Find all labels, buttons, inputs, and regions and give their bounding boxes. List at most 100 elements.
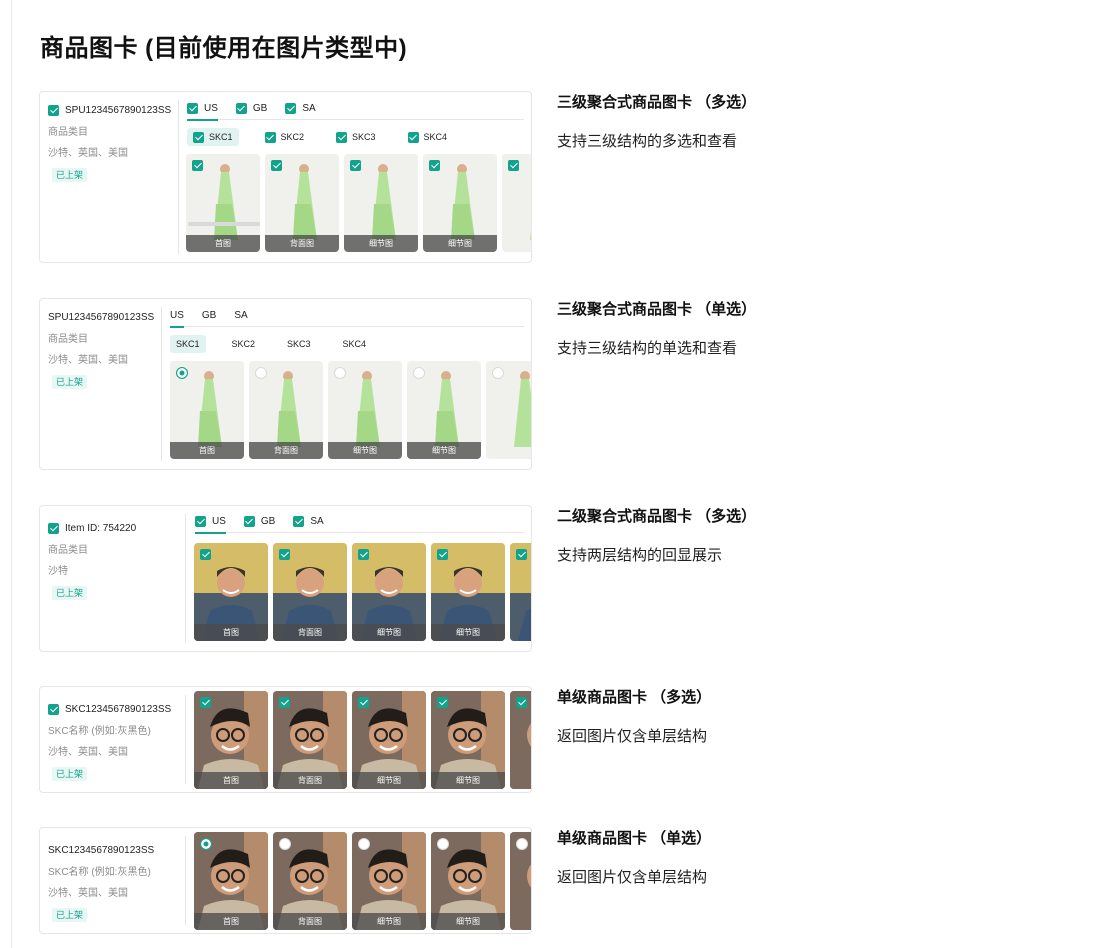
product-image[interactable]: 背面图 <box>273 691 347 789</box>
checkbox-checked-icon[interactable] <box>200 697 211 708</box>
checkbox-checked-icon[interactable] <box>235 103 247 114</box>
checkbox-checked-icon[interactable] <box>293 516 305 527</box>
tab-skc4[interactable]: SKC4 <box>337 335 373 353</box>
radio-icon[interactable] <box>413 367 425 379</box>
checkbox-checked-icon[interactable] <box>195 516 206 527</box>
checkbox-checked-icon[interactable] <box>279 549 290 560</box>
product-image[interactable]: 细节图 <box>431 543 505 641</box>
checkbox-checked-icon[interactable] <box>48 522 59 534</box>
product-image[interactable] <box>502 154 531 252</box>
radio-icon[interactable] <box>358 838 370 850</box>
product-image[interactable]: 首图 <box>186 154 260 252</box>
checkbox-checked-icon[interactable] <box>508 160 519 171</box>
product-image[interactable]: 首图 <box>194 832 268 930</box>
checkbox-checked-icon[interactable] <box>429 160 440 171</box>
checkbox-checked-icon[interactable] <box>358 549 369 560</box>
card-id-row[interactable]: SKC1234567890123SS <box>48 701 178 717</box>
product-image[interactable]: 背面图 <box>273 543 347 641</box>
radio-icon[interactable] <box>516 838 528 850</box>
card-category: 商品类目 <box>48 127 88 138</box>
tab-region-sa[interactable]: SA <box>285 98 316 120</box>
checkbox-checked-icon[interactable] <box>437 549 448 560</box>
checkbox-checked-icon[interactable] <box>516 549 527 560</box>
description-text: 支持两层结构的回显展示 <box>557 547 723 564</box>
radio-selected-icon[interactable] <box>200 838 212 850</box>
tab-region-sa[interactable]: SA <box>234 305 247 327</box>
product-image[interactable]: 细节图 <box>423 154 497 252</box>
radio-selected-icon[interactable] <box>176 367 188 379</box>
card-name: SKC名称 (例如:灰黑色) <box>48 726 151 737</box>
card-id: Item ID: 754220 <box>65 522 137 534</box>
region-tabs: US GB SA <box>195 511 524 534</box>
product-card-spu-single: SPU1234567890123SS 商品类目 沙特、英国、美国 已上架 US … <box>39 298 532 470</box>
radio-icon[interactable] <box>492 367 504 379</box>
product-image[interactable]: 细节图 <box>352 543 426 641</box>
radio-icon[interactable] <box>255 367 267 379</box>
tab-region-gb[interactable]: GB <box>243 511 275 533</box>
product-image[interactable] <box>510 543 531 641</box>
checkbox-checked-icon[interactable] <box>193 131 204 143</box>
description-title: 单级商品图卡 （单选） <box>557 830 712 847</box>
checkbox-checked-icon[interactable] <box>243 516 255 527</box>
checkbox-checked-icon[interactable] <box>358 697 369 708</box>
product-image[interactable]: 细节图 <box>352 832 426 930</box>
image-caption: 背面图 <box>273 772 347 789</box>
checkbox-checked-icon[interactable] <box>516 697 527 708</box>
product-image[interactable] <box>510 832 531 930</box>
radio-icon[interactable] <box>437 838 449 850</box>
product-image[interactable]: 细节图 <box>344 154 418 252</box>
checkbox-checked-icon[interactable] <box>48 104 59 116</box>
checkbox-checked-icon[interactable] <box>407 131 419 143</box>
product-image[interactable]: 背面图 <box>265 154 339 252</box>
tab-region-sa[interactable]: SA <box>293 511 324 533</box>
tab-skc2[interactable]: SKC2 <box>226 335 262 353</box>
product-image[interactable]: 细节图 <box>407 361 481 459</box>
tab-region-us[interactable]: US <box>195 511 226 534</box>
checkbox-checked-icon[interactable] <box>279 697 290 708</box>
checkbox-checked-icon[interactable] <box>187 103 198 114</box>
checkbox-checked-icon[interactable] <box>271 160 282 171</box>
checkbox-checked-icon[interactable] <box>264 131 276 143</box>
left-rule <box>11 0 12 948</box>
tab-skc2[interactable]: SKC2 <box>259 128 311 146</box>
image-caption: 细节图 <box>352 624 426 641</box>
product-image[interactable]: 背面图 <box>249 361 323 459</box>
tab-region-us[interactable]: US <box>170 305 184 328</box>
tab-skc1[interactable]: SKC1 <box>170 335 206 353</box>
radio-icon[interactable] <box>279 838 291 850</box>
checkbox-checked-icon[interactable] <box>48 703 59 715</box>
product-image[interactable]: 首图 <box>194 691 268 789</box>
checkbox-checked-icon[interactable] <box>285 103 297 114</box>
product-image[interactable]: 细节图 <box>431 832 505 930</box>
image-strip: 首图 背面图 细节图 细节图 <box>170 361 531 459</box>
product-image[interactable]: 背面图 <box>273 832 347 930</box>
tab-region-gb[interactable]: GB <box>202 305 216 327</box>
radio-icon[interactable] <box>334 367 346 379</box>
checkbox-checked-icon[interactable] <box>350 160 361 171</box>
tab-skc4[interactable]: SKC4 <box>402 128 454 146</box>
product-image[interactable]: 细节图 <box>431 691 505 789</box>
card-id-row[interactable]: Item ID: 754220 <box>48 520 178 536</box>
tab-skc3[interactable]: SKC3 <box>281 335 317 353</box>
image-caption: 细节图 <box>407 442 481 459</box>
product-image[interactable]: 细节图 <box>328 361 402 459</box>
card-info: SPU1234567890123SS 商品类目 沙特、英国、美国 已上架 <box>48 309 178 390</box>
tab-region-us[interactable]: US <box>187 98 218 121</box>
product-image[interactable]: 细节图 <box>352 691 426 789</box>
tab-skc3[interactable]: SKC3 <box>330 128 382 146</box>
checkbox-checked-icon[interactable] <box>200 549 211 560</box>
product-image[interactable]: 首图 <box>194 543 268 641</box>
image-caption: 细节图 <box>344 235 418 252</box>
card-id: SKC1234567890123SS <box>65 703 172 715</box>
card-id-row[interactable]: SPU1234567890123SS <box>48 102 178 118</box>
tab-label: SA <box>310 516 324 527</box>
checkbox-checked-icon[interactable] <box>192 160 203 171</box>
product-card-skc-multi: SKC1234567890123SS SKC名称 (例如:灰黑色) 沙特、英国、… <box>39 686 532 793</box>
product-image[interactable] <box>486 361 531 459</box>
product-image[interactable] <box>510 691 531 789</box>
checkbox-checked-icon[interactable] <box>336 131 348 143</box>
tab-region-gb[interactable]: GB <box>235 98 267 120</box>
product-image[interactable]: 首图 <box>170 361 244 459</box>
checkbox-checked-icon[interactable] <box>437 697 448 708</box>
tab-skc1[interactable]: SKC1 <box>187 128 239 146</box>
